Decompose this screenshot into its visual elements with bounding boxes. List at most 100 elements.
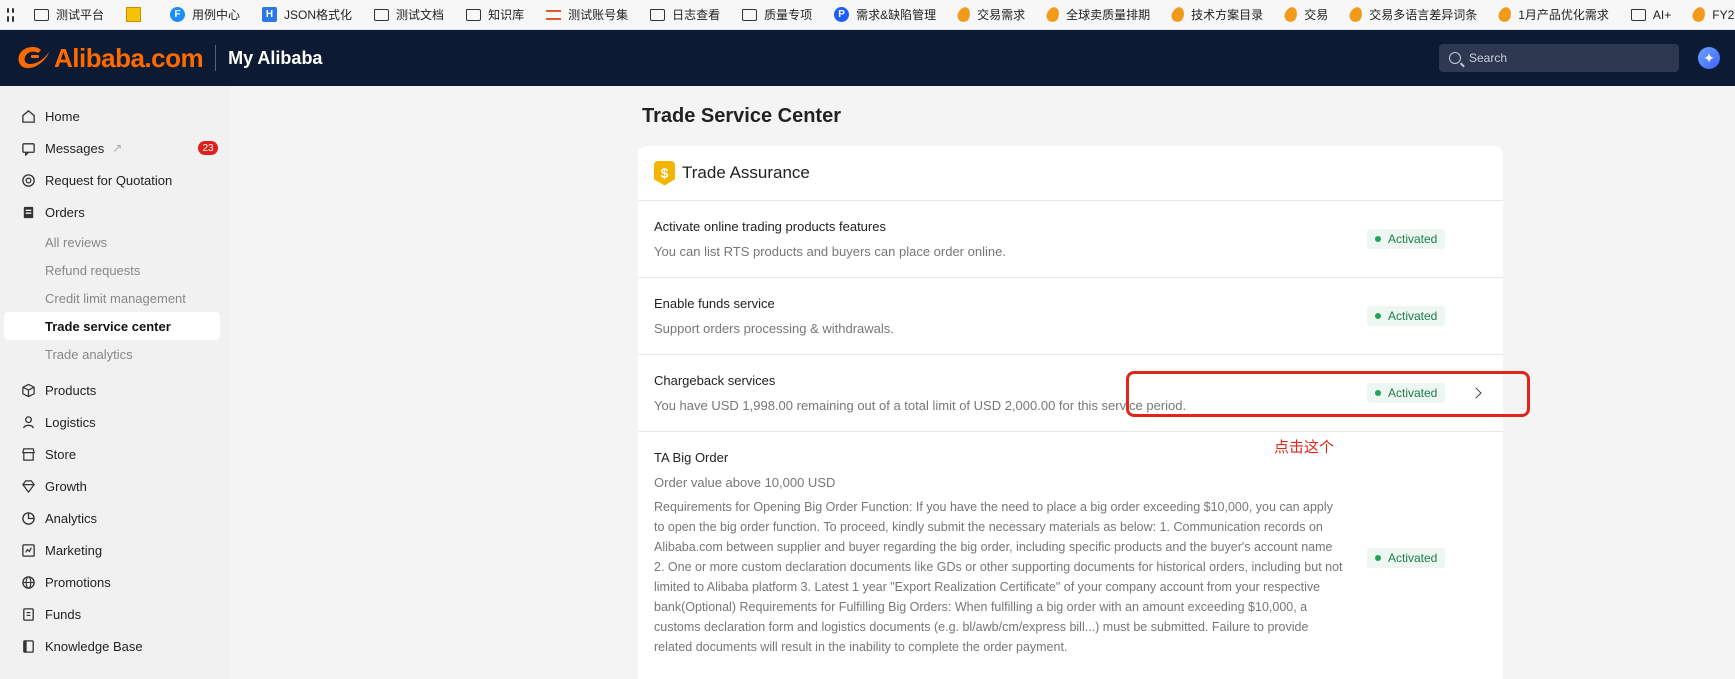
service-title: Enable funds service — [654, 296, 775, 311]
target-icon — [20, 172, 36, 188]
status-dot-icon — [1375, 555, 1381, 561]
sidebar-item-promotions[interactable]: Promotions — [0, 566, 230, 598]
pie-icon — [20, 510, 36, 526]
folder-icon — [374, 8, 390, 21]
sidebar-subitem-all-reviews[interactable]: All reviews — [0, 228, 230, 256]
bookmark-item[interactable]: AI+ — [1630, 8, 1671, 22]
sidebar-item-label: Request for Quotation — [45, 172, 173, 188]
annotation-highlight-box — [1126, 371, 1530, 417]
folder-icon — [1630, 8, 1646, 21]
box-icon — [20, 382, 36, 398]
sidebar-item-growth[interactable]: Growth — [0, 470, 230, 502]
bookmarks-bar: 测试平台 F 用例中心 H JSON格式化 测试文档 知识库 测试账号集 日志查看 … — [0, 0, 1735, 30]
bookmark-item[interactable]: 日志查看 — [650, 6, 720, 23]
trade-assurance-shield-icon: $ — [654, 160, 675, 186]
h-logo-icon: H — [262, 7, 278, 22]
bookmark-item[interactable]: FY27排期 — [1691, 5, 1735, 24]
status-badge: Activated — [1367, 548, 1446, 568]
book-icon — [20, 638, 36, 654]
ai-assistant-icon[interactable]: ✦ — [1698, 47, 1720, 69]
page-title: Trade Service Center — [642, 105, 841, 127]
folder-icon — [742, 8, 758, 21]
service-description: You can list RTS products and buyers can… — [654, 244, 1006, 259]
sidebar-subitem-trade-service-center[interactable]: Trade service center — [4, 312, 220, 340]
sidebar-item-messages[interactable]: Messages ↗ 23 — [0, 132, 230, 164]
status-badge: Activated — [1367, 229, 1446, 249]
card-title: Trade Assurance — [682, 163, 810, 182]
marketing-icon — [20, 542, 36, 558]
search-input[interactable]: Search — [1439, 44, 1679, 72]
sidebar-item-logistics[interactable]: Logistics — [0, 406, 230, 438]
bookmark-item[interactable]: 1月产品优化需求 — [1497, 5, 1609, 24]
sidebar-item-rfq[interactable]: Request for Quotation — [0, 164, 230, 196]
message-count-badge: 23 — [198, 141, 218, 155]
bookmark-item[interactable]: 交易 — [1282, 5, 1328, 24]
bookmark-item[interactable]: 知识库 — [466, 6, 524, 23]
header-divider — [215, 45, 217, 71]
drop-icon — [1169, 5, 1187, 24]
bookmark-item[interactable]: 质量专项 — [742, 6, 812, 23]
sidebar-item-label: Store — [45, 446, 77, 462]
bookmark-item[interactable]: 交易需求 — [955, 5, 1025, 24]
service-title: TA Big Order — [654, 450, 729, 465]
sidebar-item-funds[interactable]: Funds — [0, 598, 230, 630]
f-logo-icon: F — [170, 7, 186, 22]
service-row-big-order: TA Big Order Order value above 10,000 US… — [638, 432, 1503, 679]
globe-icon — [20, 574, 36, 590]
image-icon — [126, 7, 142, 22]
search-icon — [1449, 52, 1461, 64]
folder-icon — [650, 8, 666, 21]
bookmark-item[interactable] — [126, 7, 148, 22]
sidebar-item-store[interactable]: Store — [0, 438, 230, 470]
drop-icon — [1347, 5, 1365, 24]
sidebar-item-label: Products — [45, 382, 97, 398]
bookmark-item[interactable]: 测试平台 — [34, 6, 104, 23]
sidebar-item-products[interactable]: Products — [0, 374, 230, 406]
bookmark-item[interactable]: 测试文档 — [374, 6, 444, 23]
store-icon — [20, 446, 36, 462]
drop-icon — [1282, 5, 1300, 24]
apps-grid-icon[interactable] — [7, 7, 14, 22]
sidebar-item-analytics[interactable]: Analytics — [0, 502, 230, 534]
alibaba-logo[interactable]: Alibaba.com — [14, 42, 204, 74]
bookmark-item[interactable]: F 用例中心 — [170, 6, 240, 23]
search-placeholder: Search — [1469, 51, 1508, 65]
sidebar-subitem-refund-requests[interactable]: Refund requests — [0, 256, 230, 284]
bookmark-item[interactable]: 测试账号集 — [546, 6, 628, 23]
bookmark-item[interactable]: 全球卖质量排期 — [1044, 5, 1150, 24]
home-icon — [20, 108, 36, 124]
logistics-icon — [20, 414, 36, 430]
big-order-requirements: Requirements for Opening Big Order Funct… — [654, 500, 1343, 654]
p-logo-icon: P — [834, 7, 850, 22]
sidebar-item-knowledge-base[interactable]: Knowledge Base — [0, 630, 230, 662]
folder-icon — [34, 8, 49, 21]
diamond-icon — [20, 478, 36, 494]
bookmark-item[interactable]: P 需求&缺陷管理 — [834, 6, 936, 23]
bookmark-item[interactable]: H JSON格式化 — [262, 6, 352, 23]
annotation-text: 点击这个 — [1274, 439, 1335, 456]
bookmark-item[interactable]: 技术方案目录 — [1169, 5, 1263, 24]
orders-icon — [20, 204, 36, 220]
sidebar-subitem-trade-analytics[interactable]: Trade analytics — [0, 340, 230, 368]
bookmark-item[interactable]: 交易多语言差异词条 — [1347, 5, 1477, 24]
sidebar-item-label: Promotions — [45, 574, 111, 590]
drop-icon — [1691, 5, 1708, 24]
sidebar-item-label: Marketing — [45, 542, 103, 558]
sidebar-item-label: Messages — [45, 140, 105, 156]
drop-icon — [1497, 5, 1514, 24]
page-section-title[interactable]: My Alibaba — [228, 48, 322, 69]
sidebar-item-label: Home — [45, 108, 80, 124]
sidebar-item-marketing[interactable]: Marketing — [0, 534, 230, 566]
sidebar-item-label: Analytics — [45, 510, 98, 526]
sidebar-item-home[interactable]: Home — [0, 100, 230, 132]
sidebar-item-label: Logistics — [45, 414, 96, 430]
drop-icon — [955, 5, 973, 24]
status-dot-icon — [1375, 313, 1381, 319]
lines-icon — [546, 9, 562, 20]
sidebar-item-orders[interactable]: Orders — [0, 196, 230, 228]
logo-text: Alibaba.com — [54, 42, 204, 73]
sidebar-item-label: Growth — [45, 478, 87, 494]
sidebar-subitem-credit-limit[interactable]: Credit limit management — [0, 284, 230, 312]
alibaba-logo-icon — [18, 47, 49, 69]
external-link-icon: ↗ — [112, 141, 123, 155]
